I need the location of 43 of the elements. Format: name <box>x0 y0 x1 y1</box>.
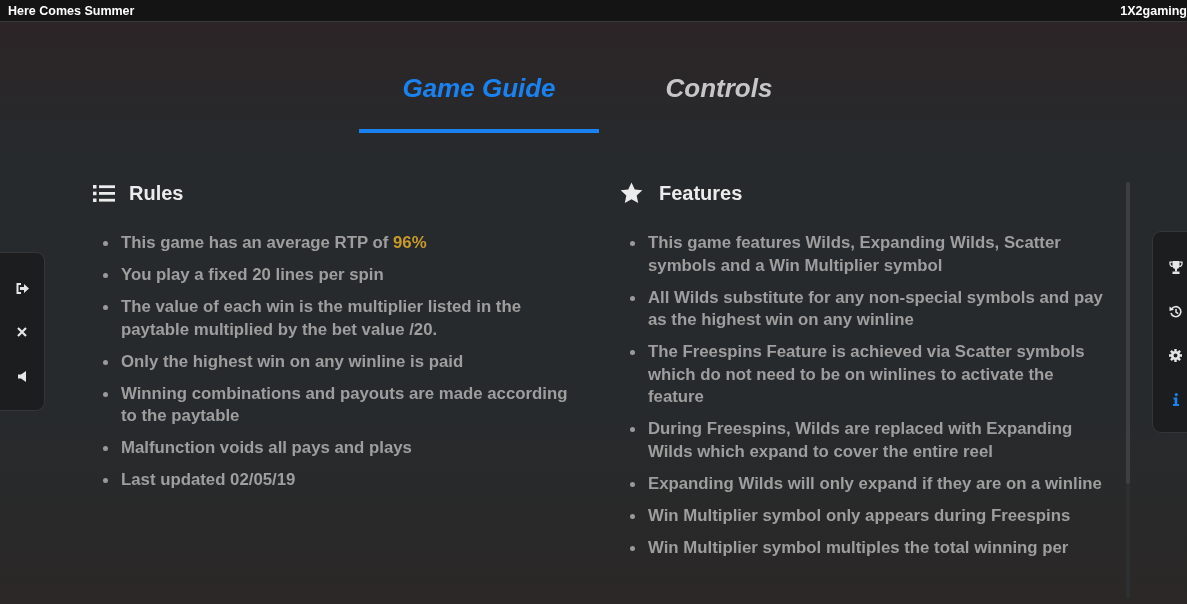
bullet-icon <box>630 295 635 301</box>
bullet-icon <box>103 446 108 451</box>
bullet-icon <box>103 359 108 365</box>
speaker-icon[interactable] <box>18 370 26 382</box>
bullet-icon <box>103 305 108 310</box>
feature-text: All Wilds substitute for any non-special symbols and pay as the highest win on any winline <box>648 286 1104 331</box>
section-heading: Rules <box>129 181 184 206</box>
tab[interactable]: Controls <box>599 59 839 133</box>
feature-text: Expanding Wilds will only expand if they are on a winline <box>648 472 1103 495</box>
bullet-icon <box>630 481 635 487</box>
feature-text: The Freespins Feature is achieved via Scatter symbols which do not need to be on winlines to activate the feature <box>648 341 1086 408</box>
settings-icon[interactable] <box>1169 348 1182 362</box>
bullet-icon <box>630 350 635 355</box>
bullet-icon <box>630 427 635 432</box>
trophy-icon[interactable] <box>1168 260 1183 274</box>
rule-text: You play a fixed 20 lines per spin <box>121 264 385 286</box>
bullet-icon <box>630 545 635 551</box>
feature-text: During Freespins, Wilds are replaced with Expanding Wilds which expand to cover the entire reel <box>648 418 1074 463</box>
brand-name: 1X2gaming <box>1120 3 1187 18</box>
close-icon[interactable] <box>17 327 27 337</box>
window-title: Here Comes Summer <box>8 3 135 18</box>
rule-text: This game has an average RTP of 96% <box>121 232 428 254</box>
info-icon[interactable] <box>1172 392 1179 406</box>
rule-text: Only the highest win on any winline is paid <box>121 350 465 373</box>
feature-text: Win Multiplier symbol multiples the total winning per <box>648 536 1070 559</box>
history-icon[interactable] <box>1169 304 1182 318</box>
bullet-icon <box>630 241 635 246</box>
rule-text: Last updated 02/05/19 <box>121 469 297 491</box>
bullet-icon <box>103 273 108 278</box>
rule-text: Winning combinations and payouts are made according to the paytable <box>121 382 569 427</box>
exit-icon[interactable] <box>15 282 29 294</box>
rule-text: Malfunction voids all pays and plays <box>121 437 413 459</box>
feature-text: This game features Wilds, Expanding Wilds, Scatter symbols and a Win Multiplier symbol <box>648 232 1062 277</box>
bullet-icon <box>103 391 108 397</box>
tab[interactable]: Game Guide <box>359 59 599 133</box>
bullet-icon <box>103 478 108 483</box>
section-heading: Features <box>659 181 743 206</box>
rule-text: The value of each win is the multiplier listed in the paytable multiplied by the bet value /20. <box>121 296 523 341</box>
list-icon <box>93 184 115 202</box>
feature-text: Win Multiplier symbol only appears during Freespins <box>648 504 1072 527</box>
bullet-icon <box>630 513 635 519</box>
star-icon <box>620 182 643 204</box>
bullet-icon <box>103 241 108 246</box>
